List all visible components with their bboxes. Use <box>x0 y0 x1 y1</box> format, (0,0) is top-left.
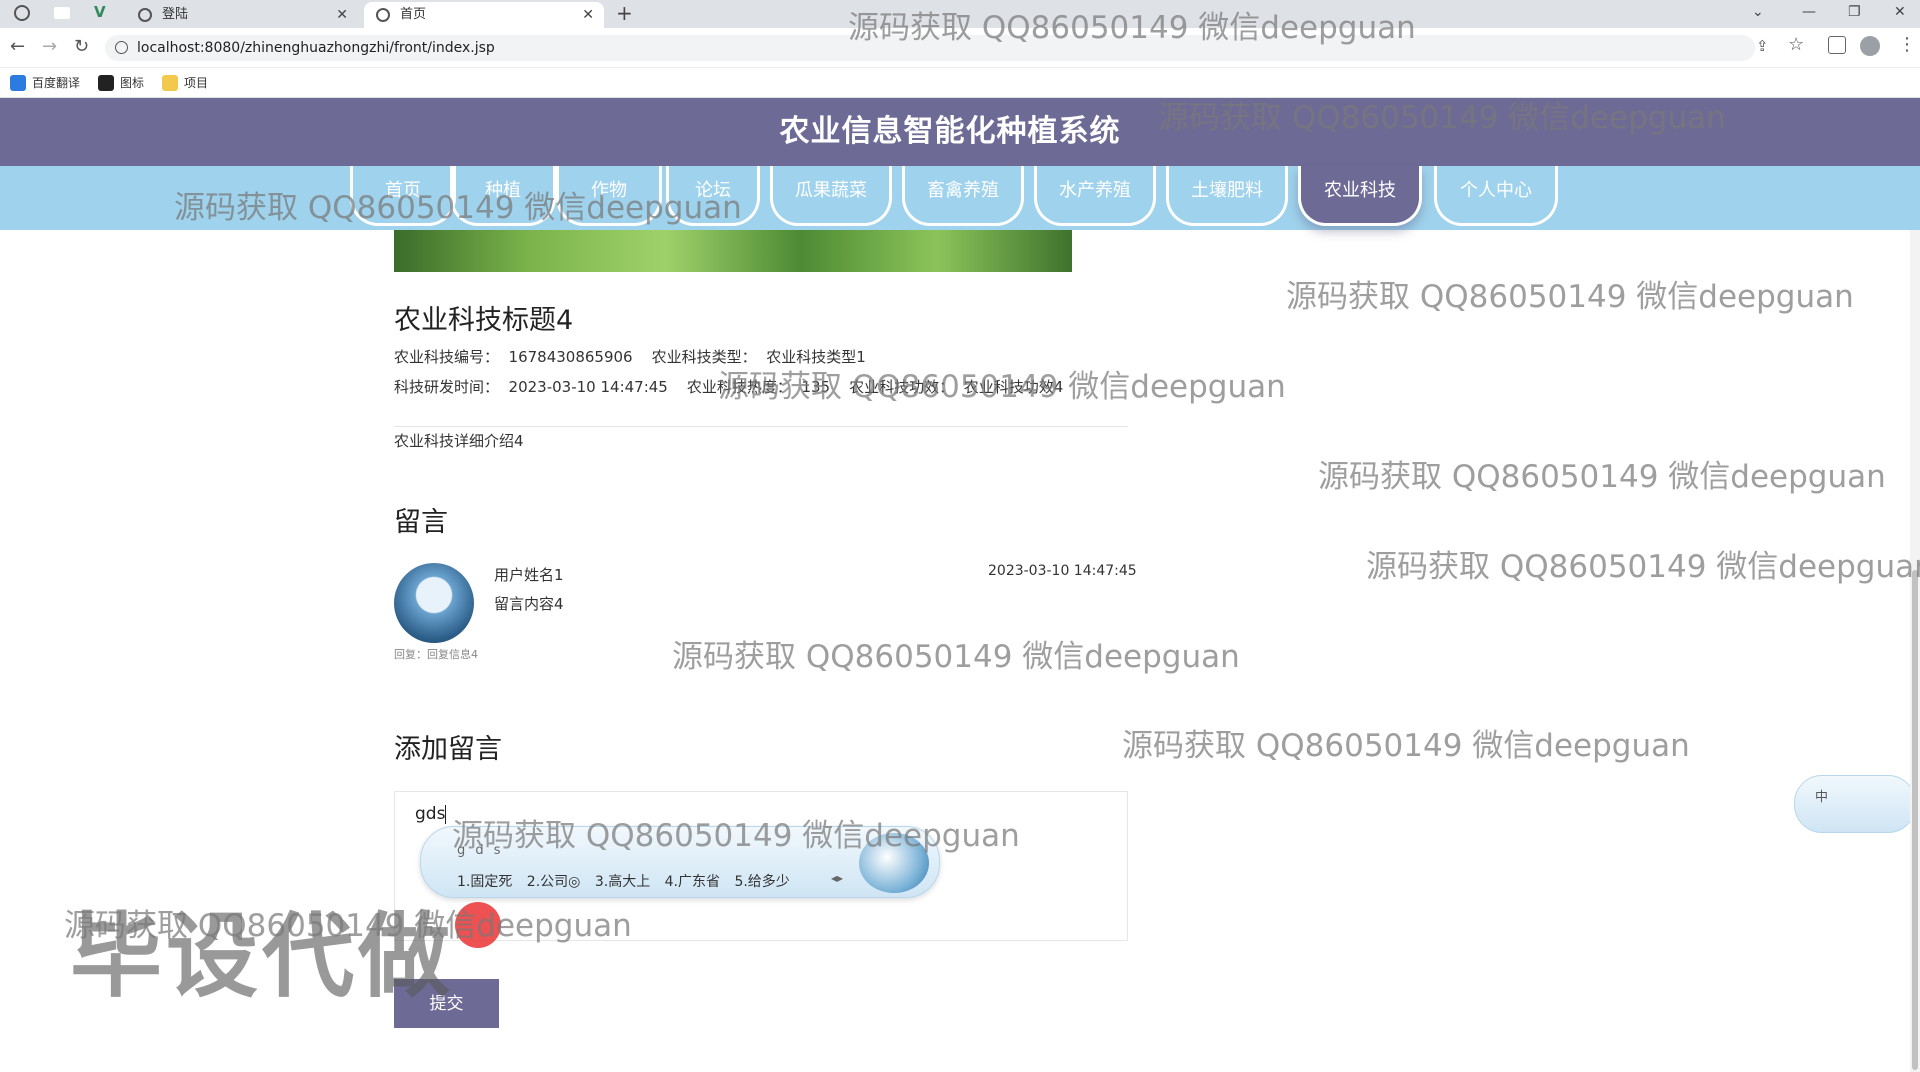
site-info-icon[interactable] <box>115 41 128 54</box>
close-window-icon[interactable]: ✕ <box>1894 0 1906 24</box>
nav-livestock[interactable]: 畜禽养殖 <box>902 166 1024 226</box>
more-menu-icon[interactable]: ⋮ <box>1898 34 1916 55</box>
nav-forum[interactable]: 论坛 <box>666 166 760 226</box>
tab-home[interactable]: 首页 ✕ <box>364 2 604 28</box>
avatar <box>394 563 474 643</box>
nav-label: 畜禽养殖 <box>927 180 999 201</box>
close-icon[interactable]: ✕ <box>582 2 594 28</box>
nav-label: 作物 <box>591 180 627 201</box>
url-field[interactable]: localhost:8080/zhinenghuazhongzhi/front/… <box>105 35 1755 61</box>
watermark: 源码获取 QQ86050149 微信deepguan <box>672 639 1240 675</box>
back-icon[interactable]: ← <box>10 36 25 57</box>
detail-intro: 农业科技详细介绍4 <box>394 432 524 450</box>
side-panel-icon[interactable] <box>1828 36 1846 54</box>
nav-label: 瓜果蔬菜 <box>795 180 867 201</box>
tab-login-label: 登陆 <box>162 7 189 22</box>
bookmark-star-icon[interactable]: ☆ <box>1788 34 1804 55</box>
comment-time: 2023-03-10 14:47:45 <box>988 563 1137 579</box>
watermark: 源码获取 QQ86050149 微信deepguan <box>1318 459 1886 495</box>
bookmarks-bar: 百度翻译 图标 项目 <box>0 68 1920 98</box>
site-header: 农业信息智能化种植系统 <box>0 98 1920 166</box>
forward-icon[interactable]: → <box>42 36 57 57</box>
ime-candidates[interactable]: 1.固定死 2.公司◎ 3.高大上 4.广东省 5.给多少 <box>457 871 790 891</box>
detail-meta-line1: 农业科技编号： 1678430865906 农业科技类型： 农业科技类型1 <box>394 348 866 366</box>
comment-user: 用户姓名1 <box>494 566 564 584</box>
scrollbar-thumb[interactable] <box>1912 570 1918 1070</box>
ime-status-bar[interactable]: 中 <box>1794 775 1916 833</box>
reload-icon[interactable]: ↻ <box>74 36 89 57</box>
watermark: 源码获取 QQ86050149 微信deepguan <box>1286 279 1854 315</box>
watermark: 源码获取 QQ86050149 微信deepguan <box>1122 728 1690 764</box>
bookmark-label: 图标 <box>120 76 145 90</box>
bookmark-project[interactable]: 项目 <box>162 74 208 92</box>
bookmark-icon <box>98 75 114 91</box>
nav-agri-tech[interactable]: 农业科技 <box>1298 166 1422 226</box>
ime-water-drop-icon <box>859 833 929 893</box>
nav-label: 个人中心 <box>1460 180 1532 201</box>
bookmark-icons[interactable]: 图标 <box>98 74 144 92</box>
main-nav: 首页 种植 作物 论坛 瓜果蔬菜 畜禽养殖 水产养殖 土壤肥料 农业科技 个人中… <box>0 166 1920 230</box>
watermark: 源码获取 QQ86050149 微信deepguan <box>1366 549 1920 585</box>
text-caret <box>445 804 447 824</box>
tab-login[interactable]: 登陆 ✕ <box>126 2 358 28</box>
comment-input-value: gds <box>415 804 446 824</box>
share-icon[interactable]: ⇪ <box>1756 37 1769 55</box>
cursor-highlight <box>455 902 501 948</box>
folder-icon <box>162 75 178 91</box>
globe-icon <box>138 8 152 22</box>
nav-personal-center[interactable]: 个人中心 <box>1434 166 1558 226</box>
nav-label: 水产养殖 <box>1059 180 1131 201</box>
url-text: localhost:8080/zhinenghuazhongzhi/front/… <box>137 40 495 56</box>
restore-icon[interactable]: ❐ <box>1848 0 1861 24</box>
vue-tab-icon[interactable]: V <box>94 3 106 21</box>
nav-label: 论坛 <box>695 180 731 201</box>
nav-aquaculture[interactable]: 水产养殖 <box>1034 166 1156 226</box>
blank-tab-icon[interactable] <box>54 7 70 19</box>
nav-crops[interactable]: 作物 <box>556 166 662 226</box>
bookmark-label: 百度翻译 <box>32 76 81 90</box>
globe-icon <box>376 8 390 22</box>
browser-tab-bar: V 登陆 ✕ 首页 ✕ + ⌄ — ❐ ✕ <box>0 0 1920 28</box>
nav-home[interactable]: 首页 <box>350 166 456 226</box>
nav-label: 农业科技 <box>1324 180 1396 201</box>
tab-home-label: 首页 <box>400 7 427 22</box>
address-bar-row: ← → ↻ localhost:8080/zhinenghuazhongzhi/… <box>0 28 1920 68</box>
ime-page-arrows-icon[interactable]: ◂▸ <box>831 871 843 885</box>
add-comment-heading: 添加留言 <box>394 734 502 765</box>
bookmark-label: 项目 <box>184 76 209 90</box>
nav-label: 土壤肥料 <box>1191 180 1263 201</box>
ime-mode-label: 中 <box>1815 790 1829 805</box>
divider <box>394 426 1128 427</box>
site-title: 农业信息智能化种植系统 <box>779 114 1121 149</box>
tab-search-icon[interactable]: ⌄ <box>1752 0 1764 24</box>
comment-content: 留言内容4 <box>494 595 564 613</box>
comment-reply: 回复：回复信息4 <box>394 648 478 661</box>
minimize-icon[interactable]: — <box>1802 0 1816 24</box>
nav-fruits-vegetables[interactable]: 瓜果蔬菜 <box>770 166 892 226</box>
detail-image <box>394 230 1072 272</box>
browser-menu-icon[interactable] <box>14 5 30 21</box>
nav-label: 种植 <box>485 180 521 201</box>
detail-title: 农业科技标题4 <box>394 305 574 336</box>
new-tab-button[interactable]: + <box>616 0 633 26</box>
translate-icon <box>10 75 26 91</box>
comments-heading: 留言 <box>394 507 448 538</box>
nav-planting[interactable]: 种植 <box>450 166 556 226</box>
nav-label: 首页 <box>385 180 421 201</box>
profile-icon[interactable] <box>1860 36 1880 56</box>
big-watermark: 毕设代做 <box>70 903 455 1010</box>
nav-soil-fertilizer[interactable]: 土壤肥料 <box>1166 166 1288 226</box>
ime-candidate-window[interactable]: g d s 1.固定死 2.公司◎ 3.高大上 4.广东省 5.给多少 ◂▸ <box>420 826 940 898</box>
ime-pinyin: g d s <box>457 843 504 858</box>
bookmark-baidu-translate[interactable]: 百度翻译 <box>10 74 80 92</box>
detail-meta-line2: 科技研发时间： 2023-03-10 14:47:45 农业科技热度： 135 … <box>394 378 1064 396</box>
close-icon[interactable]: ✕ <box>336 2 348 28</box>
